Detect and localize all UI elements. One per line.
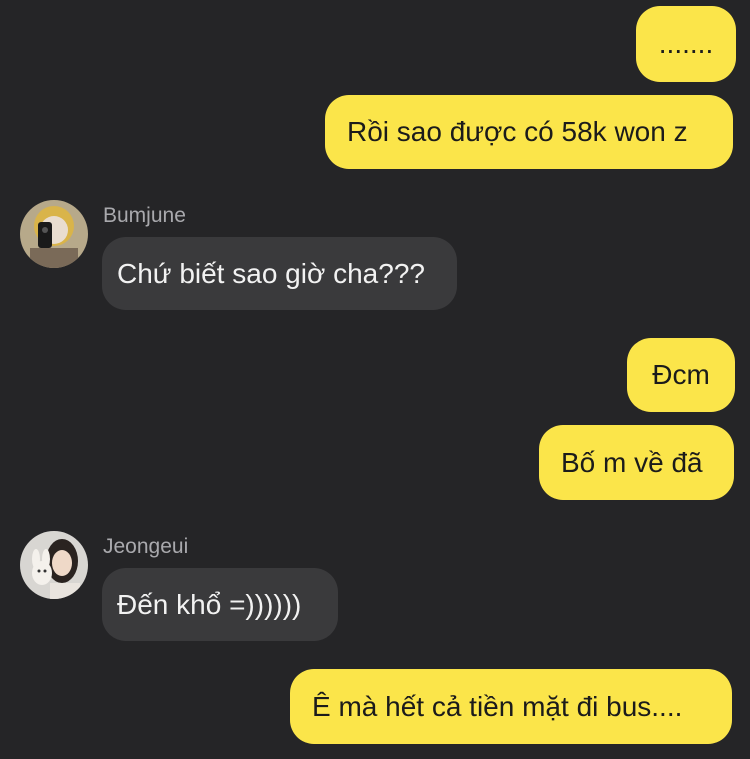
message-text: Chứ biết sao giờ cha??? (117, 257, 425, 289)
my-message-bubble[interactable]: Bố m về đã (539, 425, 734, 500)
my-message-bubble[interactable]: ....... (636, 6, 736, 82)
my-message-bubble[interactable]: Rồi sao được có 58k won z (325, 95, 733, 169)
sender-name: Jeongeui (103, 535, 189, 558)
my-message-bubble[interactable]: Đcm (627, 338, 735, 412)
message-text: ....... (658, 28, 714, 59)
message-text: Ê mà hết cả tiền mặt đi bus.... (312, 690, 683, 722)
message-text: Đcm (652, 359, 710, 390)
sender-name: Bumjune (103, 204, 186, 227)
avatar-icon[interactable] (20, 200, 88, 268)
their-message-bubble[interactable]: Chứ biết sao giờ cha??? (102, 237, 457, 310)
my-message-bubble[interactable]: Ê mà hết cả tiền mặt đi bus.... (290, 669, 732, 744)
their-message-bubble[interactable]: Đến khổ =)))))) (102, 568, 338, 641)
message-text: Đến khổ =)))))) (117, 588, 302, 620)
message-text: Rồi sao được có 58k won z (347, 116, 688, 147)
message-text: Bố m về đã (561, 446, 703, 478)
avatar-icon[interactable] (20, 531, 88, 599)
